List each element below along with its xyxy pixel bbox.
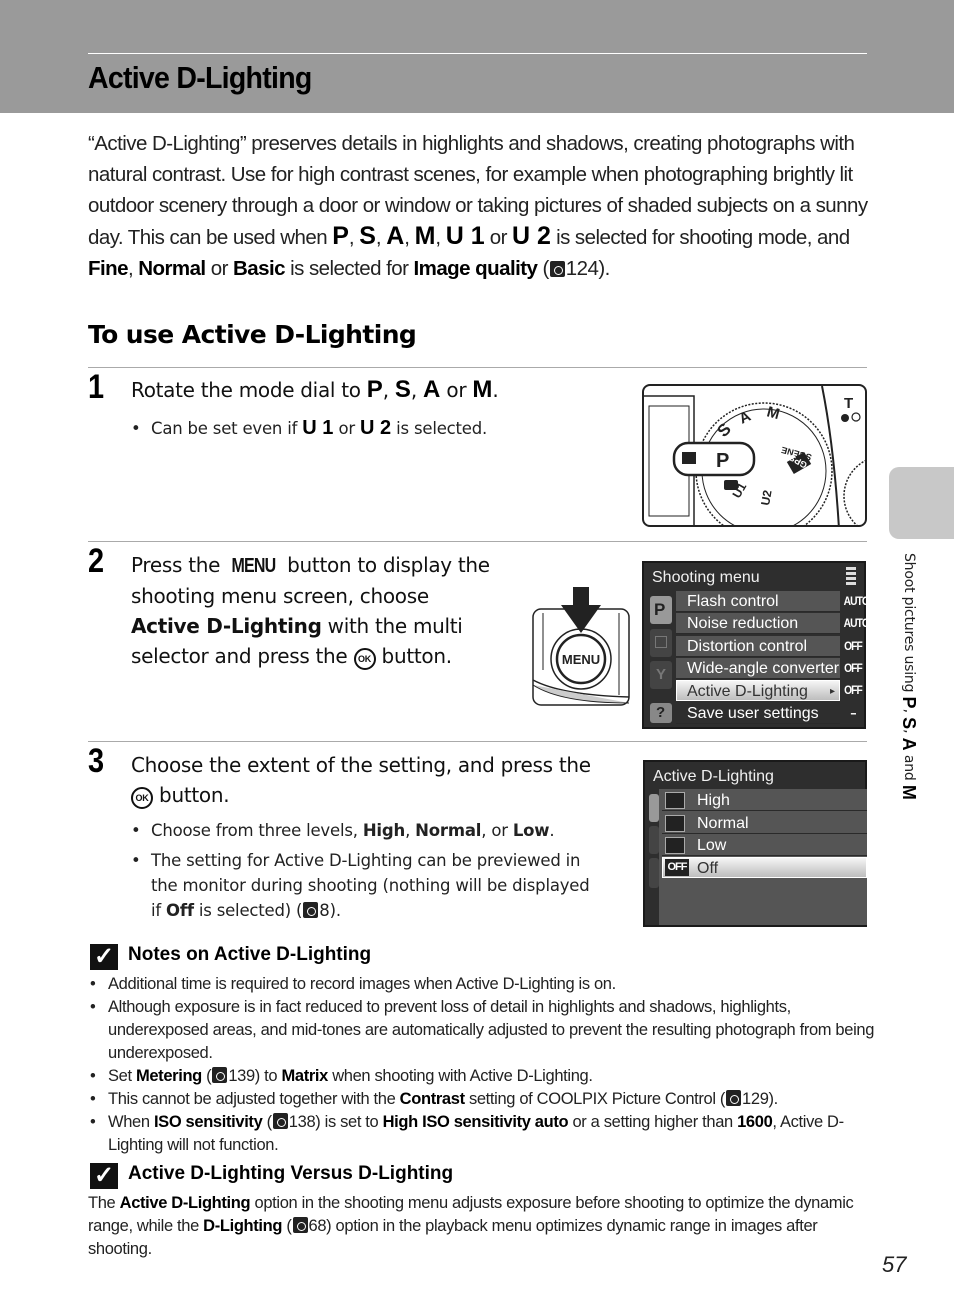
mode-s: S xyxy=(359,222,376,250)
notes-heading: ✓ Notes on Active D-Lighting xyxy=(90,944,371,970)
mode-u2: U 2 xyxy=(512,222,551,250)
menu-item-distortion-control[interactable]: Distortion control xyxy=(676,636,840,657)
menu-button-illustration: MENU xyxy=(531,585,631,707)
list-item: Although exposure is in fact reduced to … xyxy=(90,996,880,1065)
list-item: Additional time is required to record im… xyxy=(90,973,880,996)
step-1-text: Rotate the mode dial to P, S, A or M. xyxy=(131,376,499,403)
active-d-lighting-screen: Active D-Lighting High Normal Low OFF Off xyxy=(643,760,867,927)
reference-icon xyxy=(726,1090,742,1106)
step-number: 2 xyxy=(88,542,105,580)
versus-heading: ✓ Active D-Lighting Versus D-Lighting xyxy=(90,1163,453,1189)
list-item: When ISO sensitivity (138) is set to Hig… xyxy=(90,1111,880,1157)
ok-button-icon: OK xyxy=(131,787,153,809)
option-normal[interactable]: Normal xyxy=(662,813,867,834)
versus-paragraph: The Active D-Lighting option in the shoo… xyxy=(88,1194,854,1258)
notes-list: Additional time is required to record im… xyxy=(90,973,880,1157)
reference-icon xyxy=(272,1113,288,1129)
step-3-bullet: Choose from three levels, High, Normal, … xyxy=(131,818,555,843)
header-rule xyxy=(88,53,867,54)
mode-a: A xyxy=(386,222,405,250)
page-ref[interactable]: 124 xyxy=(566,257,599,280)
step-2-text: Press the MENU button to display the sho… xyxy=(131,553,490,670)
tab-setup xyxy=(649,858,659,888)
screen-title: Shooting menu xyxy=(652,569,760,586)
reference-icon xyxy=(212,1067,228,1083)
menu-button-label: MENU xyxy=(231,555,277,577)
tab-playback[interactable] xyxy=(650,629,672,657)
shooting-menu-screen: Shooting menu P Y ? Flash control AUTO N… xyxy=(642,561,870,729)
dial-label-u2: U2 xyxy=(758,489,775,507)
mode-m: M xyxy=(414,222,436,250)
menu-item-noise-reduction[interactable]: Noise reduction xyxy=(676,613,840,634)
tab-setup[interactable]: Y xyxy=(650,661,672,689)
page-title: Active D-Lighting xyxy=(88,60,312,95)
option-off[interactable]: OFF Off xyxy=(662,857,867,878)
option-high[interactable]: High xyxy=(662,790,867,811)
help-icon[interactable]: ? xyxy=(650,703,672,723)
chapter-label: Shoot pictures using P, S, A and M xyxy=(899,553,919,800)
adl-high-icon xyxy=(665,792,685,809)
step-3-bullet: The setting for Active D-Lighting can be… xyxy=(131,848,590,923)
tab-playback xyxy=(649,826,659,854)
off-icon: OFF xyxy=(665,859,689,876)
chapter-tab[interactable] xyxy=(889,467,954,539)
checkmark-icon: ✓ xyxy=(90,944,118,970)
mode-u1: U 1 xyxy=(445,222,485,250)
wrench-icon: Y xyxy=(656,666,667,683)
playback-icon xyxy=(655,636,667,648)
menu-item-save-user-settings[interactable]: Save user settings xyxy=(676,703,840,724)
adl-normal-icon xyxy=(665,815,685,832)
reference-icon xyxy=(549,261,565,277)
adl-low-icon xyxy=(665,837,685,854)
menu-item-wide-angle-converter[interactable]: Wide-angle converter xyxy=(676,658,840,679)
tab-shooting xyxy=(649,794,659,822)
mode-dial-illustration: P S A M SCENE GPS U1 U2 T xyxy=(642,384,867,527)
step-1-bullet: Can be set even if U 1 or U 2 is selecte… xyxy=(131,416,487,441)
section-title: To use Active D-Lighting xyxy=(88,320,417,349)
dial-label-p: P xyxy=(716,450,729,472)
list-item: This cannot be adjusted together with th… xyxy=(90,1088,880,1111)
menu-button-text: MENU xyxy=(562,652,600,667)
step-3-text: Choose the extent of the setting, and pr… xyxy=(131,753,591,809)
menu-item-active-d-lighting[interactable]: Active D-Lighting ▸ xyxy=(676,680,840,701)
header-band xyxy=(0,0,954,113)
zoom-label-t: T xyxy=(844,395,853,412)
intro-paragraph: “Active D-Lighting” preserves details in… xyxy=(88,132,868,280)
scroll-indicator-icon xyxy=(846,567,856,585)
page-number: 57 xyxy=(882,1252,907,1277)
submenu-arrow-icon: ▸ xyxy=(829,686,835,697)
option-low[interactable]: Low xyxy=(662,835,867,856)
tab-shooting[interactable]: P xyxy=(650,596,672,624)
mode-p: P xyxy=(332,222,349,250)
step-number: 3 xyxy=(88,742,105,780)
menu-item-flash-control[interactable]: Flash control xyxy=(676,591,840,612)
list-item: Set Metering (139) to Matrix when shooti… xyxy=(90,1065,880,1088)
ok-button-icon: OK xyxy=(353,648,376,670)
step-divider xyxy=(88,741,867,742)
reference-icon xyxy=(303,902,319,918)
step-divider xyxy=(88,541,867,542)
reference-icon xyxy=(292,1217,308,1233)
step-divider xyxy=(88,367,867,368)
checkmark-icon: ✓ xyxy=(90,1163,118,1189)
step-number: 1 xyxy=(88,368,105,406)
